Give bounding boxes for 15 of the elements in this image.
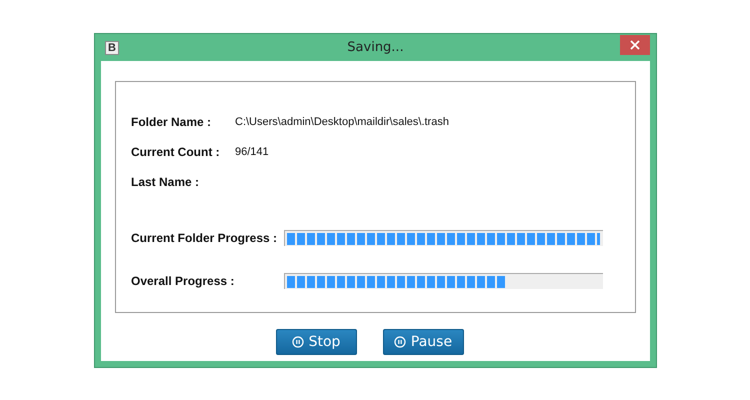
action-button[interactable]: Stop xyxy=(276,329,356,355)
field-label: Folder Name : xyxy=(131,114,212,128)
pause-icon xyxy=(292,336,304,348)
progress-label: Current Folder Progress : xyxy=(131,230,278,244)
close-button[interactable] xyxy=(620,34,650,54)
close-icon xyxy=(630,40,640,50)
field-label: Current Count : xyxy=(131,144,221,158)
progress-label: Overall Progress : xyxy=(131,274,236,288)
action-button[interactable]: Pause xyxy=(382,329,464,355)
field-value: 96/141 xyxy=(235,146,269,158)
field-label: Last Name : xyxy=(131,174,200,188)
app-icon: B xyxy=(105,40,119,54)
field-value: C:\Users\admin\Desktop\maildir\sales\.trash xyxy=(235,116,449,128)
pause-icon xyxy=(394,336,406,348)
window-title: Saving... xyxy=(347,40,404,55)
